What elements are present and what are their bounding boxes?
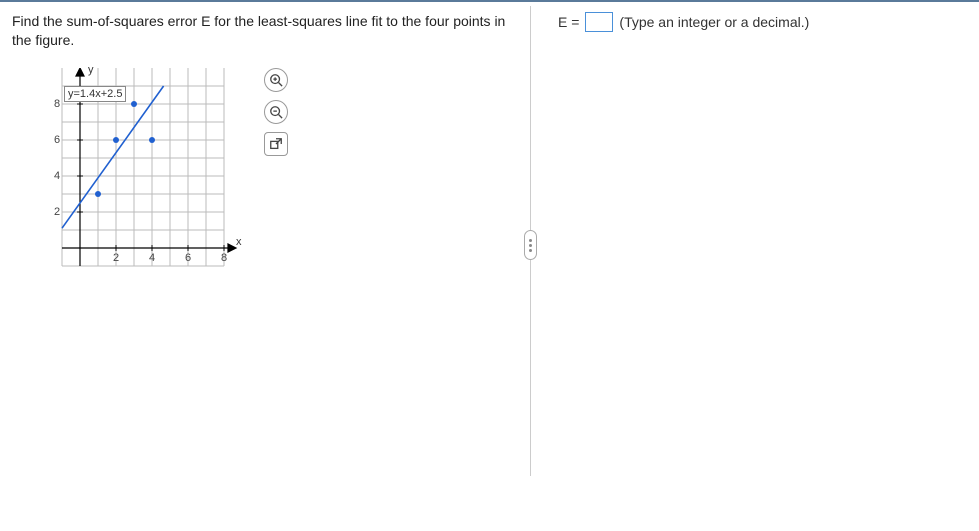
y-tick-8: 8 [54, 98, 60, 110]
answer-prefix: E = [558, 14, 579, 30]
x-tick-2: 2 [113, 252, 119, 264]
y-tick-6: 6 [54, 134, 60, 146]
x-tick-4: 4 [149, 252, 155, 264]
popout-icon [269, 137, 283, 151]
top-border [0, 0, 979, 2]
zoom-out-button[interactable] [264, 100, 288, 124]
line-equation: y=1.4x+2.5 [64, 86, 126, 102]
collapse-handle[interactable] [524, 230, 537, 260]
question-text: Find the sum-of-squares error E for the … [12, 12, 520, 50]
zoom-in-icon [269, 73, 283, 87]
figure-tools [264, 68, 288, 156]
graph: y x y=1.4x+2.5 [40, 68, 240, 288]
y-tick-4: 4 [54, 170, 60, 182]
answer-line: E = (Type an integer or a decimal.) [558, 12, 809, 32]
answer-panel: E = (Type an integer or a decimal.) [530, 8, 819, 288]
y-tick-2: 2 [54, 206, 60, 218]
question-panel: Find the sum-of-squares error E for the … [0, 8, 530, 288]
main-content: Find the sum-of-squares error E for the … [0, 0, 979, 288]
answer-input[interactable] [585, 12, 613, 32]
x-tick-8: 8 [221, 252, 227, 264]
answer-hint: (Type an integer or a decimal.) [619, 14, 809, 30]
popout-button[interactable] [264, 132, 288, 156]
zoom-out-icon [269, 105, 283, 119]
figure-area: y x y=1.4x+2.5 [40, 68, 340, 288]
x-tick-6: 6 [185, 252, 191, 264]
zoom-in-button[interactable] [264, 68, 288, 92]
